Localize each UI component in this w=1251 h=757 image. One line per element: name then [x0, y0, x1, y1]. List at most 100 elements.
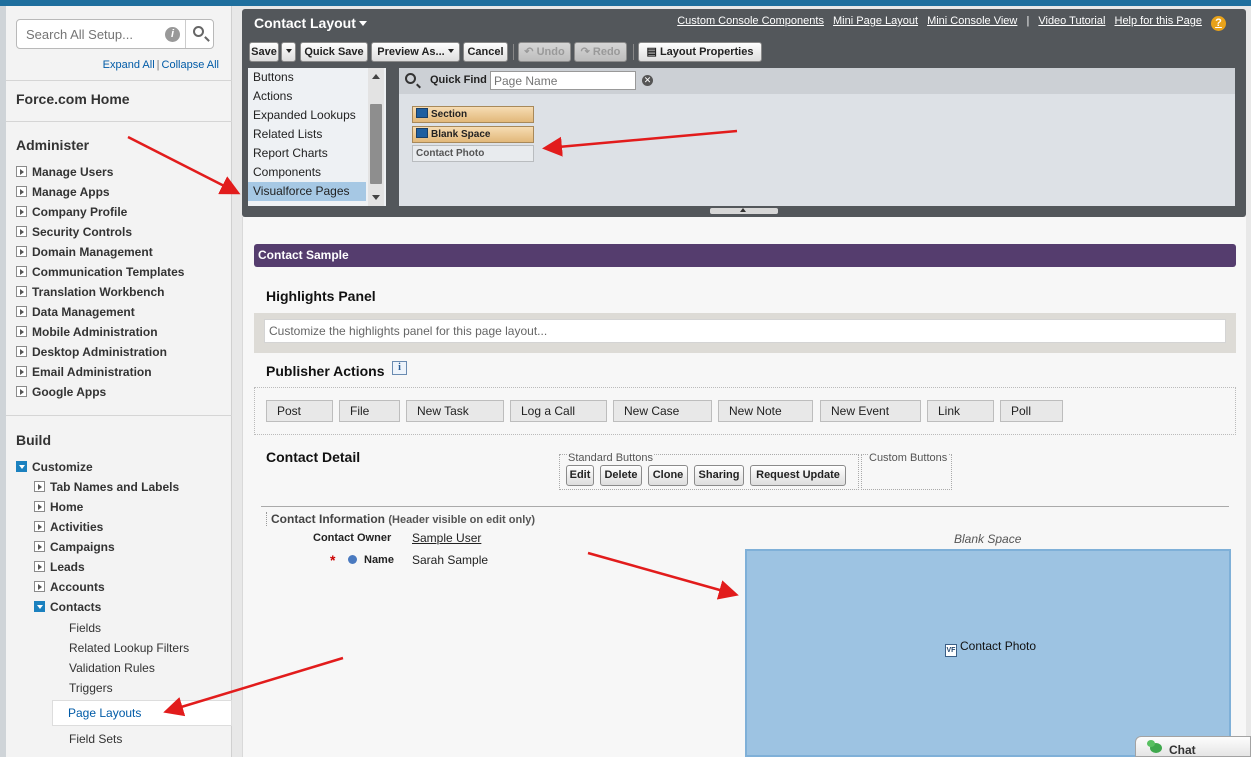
clear-icon[interactable]: ✕ — [642, 75, 653, 86]
info-icon[interactable]: i — [392, 361, 407, 375]
chat-widget[interactable]: Chat — [1135, 736, 1251, 757]
search-button[interactable] — [185, 20, 213, 48]
sidebar-sub-page-layouts[interactable]: Page Layouts — [68, 704, 141, 722]
palette-resize-handle[interactable] — [710, 208, 778, 214]
scroll-down-icon[interactable] — [372, 195, 380, 200]
redo-button[interactable]: ↷ Redo — [574, 42, 627, 62]
expand-toggle-icon[interactable] — [34, 541, 45, 552]
action-poll[interactable]: Poll — [1000, 400, 1063, 422]
expand-toggle-icon[interactable] — [16, 246, 27, 257]
sharing-button[interactable]: Sharing — [694, 465, 744, 486]
category-report-charts[interactable]: Report Charts — [248, 144, 366, 163]
collapse-toggle-icon[interactable] — [16, 461, 27, 472]
blank-space-dropzone[interactable]: VF Contact Photo — [745, 549, 1231, 757]
cancel-button[interactable]: Cancel — [463, 42, 508, 62]
palette-item-blank-space[interactable]: Blank Space — [412, 126, 534, 143]
contact-owner-value[interactable]: Sample User — [412, 531, 481, 545]
sidebar-sub-field-sets[interactable]: Field Sets — [69, 730, 122, 748]
sidebar-item-accounts[interactable]: Accounts — [34, 578, 105, 596]
action-new-case[interactable]: New Case — [613, 400, 712, 422]
preview-as-button[interactable]: Preview As... — [371, 42, 460, 62]
action-file[interactable]: File — [339, 400, 400, 422]
expand-toggle-icon[interactable] — [16, 366, 27, 377]
action-new-task[interactable]: New Task — [406, 400, 504, 422]
edit-button[interactable]: Edit — [566, 465, 594, 486]
highlights-panel-placeholder[interactable]: Customize the highlights panel for this … — [264, 319, 1226, 343]
sidebar-item-leads[interactable]: Leads — [34, 558, 85, 576]
contact-photo-component[interactable]: VF Contact Photo — [945, 639, 1036, 657]
custom-console-components-link[interactable]: Custom Console Components — [677, 15, 824, 27]
action-new-note[interactable]: New Note — [718, 400, 813, 422]
force-home-link[interactable]: Force.com Home — [16, 91, 130, 107]
sidebar-item-campaigns[interactable]: Campaigns — [34, 538, 115, 556]
sidebar-item-email-administration[interactable]: Email Administration — [16, 363, 152, 381]
layout-title-dropdown[interactable]: Contact Layout — [254, 15, 367, 31]
clone-button[interactable]: Clone — [648, 465, 688, 486]
setup-search-input[interactable] — [17, 20, 185, 48]
expand-toggle-icon[interactable] — [16, 386, 27, 397]
expand-toggle-icon[interactable] — [16, 226, 27, 237]
expand-toggle-icon[interactable] — [16, 186, 27, 197]
sidebar-item-customize[interactable]: Customize — [16, 458, 93, 476]
collapse-all-link[interactable]: Collapse All — [162, 59, 219, 71]
scroll-up-icon[interactable] — [372, 74, 380, 79]
expand-toggle-icon[interactable] — [34, 521, 45, 532]
sidebar-item-tab-names[interactable]: Tab Names and Labels — [34, 478, 179, 496]
quick-find-input[interactable] — [490, 71, 636, 90]
sidebar-item-desktop-administration[interactable]: Desktop Administration — [16, 343, 167, 361]
sidebar-sub-validation-rules[interactable]: Validation Rules — [69, 659, 155, 677]
action-log-a-call[interactable]: Log a Call — [510, 400, 607, 422]
mini-page-layout-link[interactable]: Mini Page Layout — [833, 15, 918, 27]
expand-toggle-icon[interactable] — [34, 581, 45, 592]
action-link[interactable]: Link — [927, 400, 994, 422]
name-value[interactable]: Sarah Sample — [412, 553, 488, 567]
sidebar-item-manage-users[interactable]: Manage Users — [16, 163, 113, 181]
expand-toggle-icon[interactable] — [16, 166, 27, 177]
collapse-toggle-icon[interactable] — [34, 601, 45, 612]
expand-toggle-icon[interactable] — [16, 346, 27, 357]
category-buttons[interactable]: Buttons — [248, 68, 366, 87]
sidebar-item-contacts[interactable]: Contacts — [34, 598, 101, 616]
expand-toggle-icon[interactable] — [34, 481, 45, 492]
palette-item-section[interactable]: Section — [412, 106, 534, 123]
sidebar-item-security-controls[interactable]: Security Controls — [16, 223, 132, 241]
category-visualforce-pages[interactable]: Visualforce Pages — [248, 182, 366, 201]
category-related-lists[interactable]: Related Lists — [248, 125, 366, 144]
expand-toggle-icon[interactable] — [34, 561, 45, 572]
action-post[interactable]: Post — [266, 400, 333, 422]
sidebar-item-company-profile[interactable]: Company Profile — [16, 203, 127, 221]
delete-button[interactable]: Delete — [600, 465, 642, 486]
sidebar-sub-triggers[interactable]: Triggers — [69, 679, 113, 697]
category-components[interactable]: Components — [248, 163, 366, 182]
sidebar-item-manage-apps[interactable]: Manage Apps — [16, 183, 110, 201]
contact-information-section-header[interactable]: Contact Information (Header visible on e… — [266, 512, 535, 526]
sidebar-item-home[interactable]: Home — [34, 498, 83, 516]
layout-properties-button[interactable]: ▤ Layout Properties — [638, 42, 762, 62]
expand-toggle-icon[interactable] — [16, 326, 27, 337]
sidebar-sub-fields[interactable]: Fields — [69, 619, 101, 637]
save-button[interactable]: Save — [249, 42, 279, 62]
sidebar-item-google-apps[interactable]: Google Apps — [16, 383, 106, 401]
help-icon[interactable]: ? — [1211, 16, 1226, 31]
video-tutorial-link[interactable]: Video Tutorial — [1038, 15, 1105, 27]
palette-item-contact-photo[interactable]: Contact Photo — [412, 145, 534, 162]
expand-toggle-icon[interactable] — [34, 501, 45, 512]
category-scrollbar[interactable] — [368, 68, 384, 206]
scroll-thumb[interactable] — [370, 104, 382, 184]
expand-toggle-icon[interactable] — [16, 206, 27, 217]
sidebar-item-activities[interactable]: Activities — [34, 518, 103, 536]
category-expanded-lookups[interactable]: Expanded Lookups — [248, 106, 366, 125]
action-new-event[interactable]: New Event — [820, 400, 921, 422]
sidebar-item-communication-templates[interactable]: Communication Templates — [16, 263, 184, 281]
quick-save-button[interactable]: Quick Save — [300, 42, 368, 62]
request-update-button[interactable]: Request Update — [750, 465, 846, 486]
category-actions[interactable]: Actions — [248, 87, 366, 106]
expand-toggle-icon[interactable] — [16, 286, 27, 297]
undo-button[interactable]: ↶ Undo — [518, 42, 571, 62]
info-icon[interactable]: i — [165, 27, 180, 42]
save-dropdown-button[interactable] — [281, 42, 296, 62]
sidebar-sub-related-lookup-filters[interactable]: Related Lookup Filters — [69, 639, 189, 657]
expand-toggle-icon[interactable] — [16, 266, 27, 277]
expand-toggle-icon[interactable] — [16, 306, 27, 317]
sidebar-item-mobile-administration[interactable]: Mobile Administration — [16, 323, 158, 341]
